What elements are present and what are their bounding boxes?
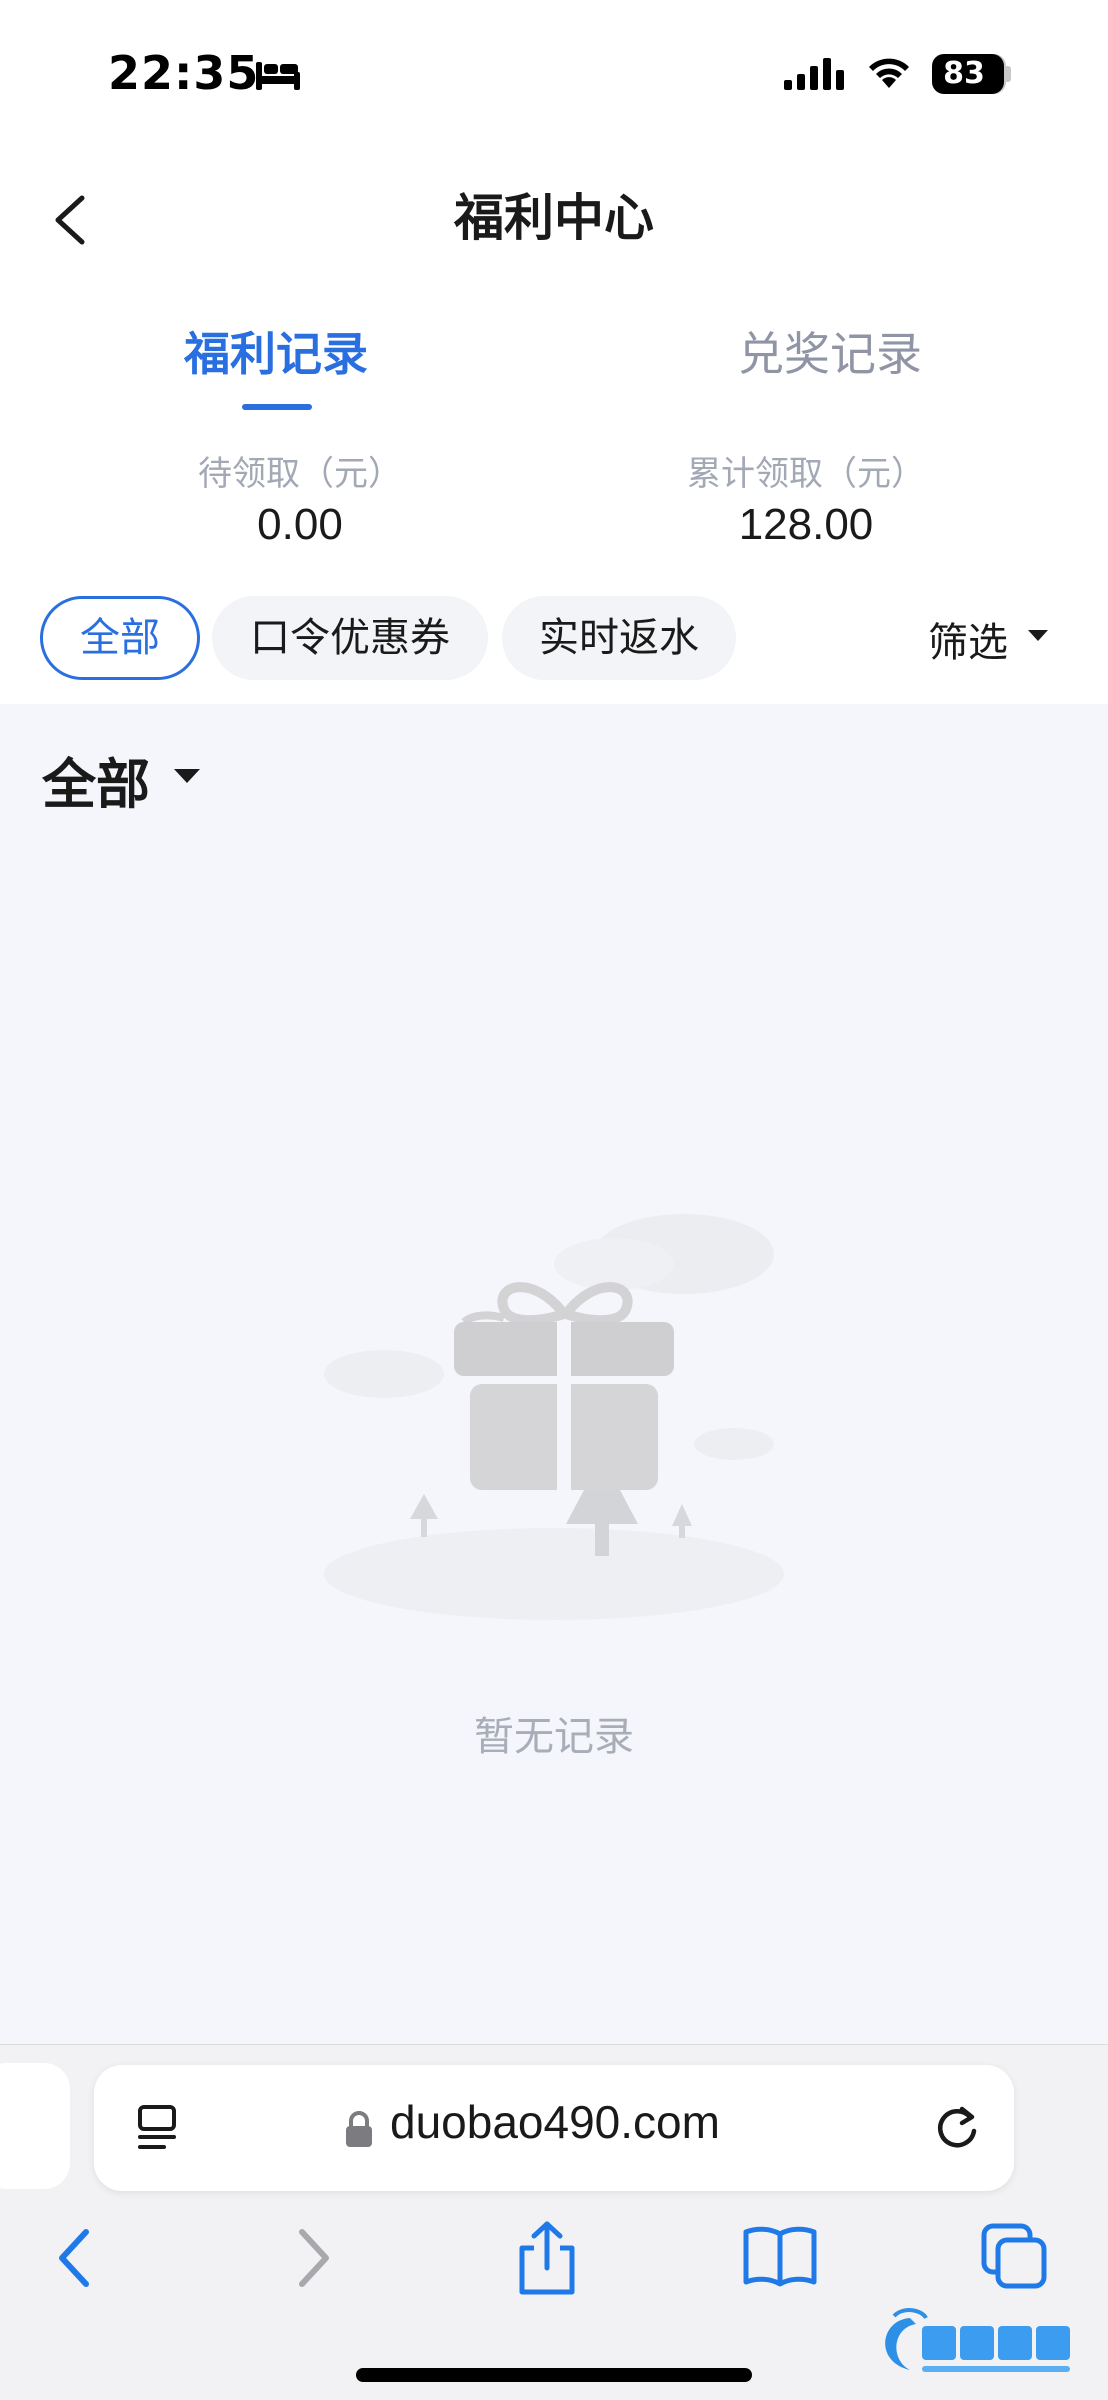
sleep-focus-icon: [256, 62, 300, 90]
share-icon[interactable]: [512, 2220, 582, 2296]
browser-back-icon[interactable]: [52, 2226, 96, 2290]
page-menu-icon[interactable]: [134, 2103, 184, 2153]
battery-percent: 83: [943, 56, 985, 91]
lock-icon: [346, 2111, 372, 2147]
records-content-area: 全部 暂无记录: [0, 704, 1108, 2044]
previous-tab-card[interactable]: [0, 2063, 70, 2189]
status-time: 22:35: [108, 46, 260, 100]
browser-address-area: duobao490.com: [0, 2044, 1108, 2200]
wifi-icon: [869, 58, 909, 88]
filter-button[interactable]: 筛选: [928, 610, 1008, 668]
total-claimed-value: 128.00: [738, 500, 874, 549]
browser-toolbar: [0, 2200, 1108, 2400]
caret-down-icon[interactable]: [1026, 628, 1050, 644]
home-indicator: [356, 2368, 752, 2382]
filter-chip-code-coupon[interactable]: 口令优惠券: [212, 596, 488, 680]
total-claimed-label: 累计领取（元）: [687, 454, 925, 494]
tab-prize-records[interactable]: 兑奖记录: [680, 318, 980, 384]
section-title[interactable]: 全部: [42, 740, 150, 819]
pending-amount-value: 0.00: [257, 500, 343, 549]
filter-chip-realtime-rebate[interactable]: 实时返水: [502, 596, 736, 680]
browser-forward-icon[interactable]: [292, 2226, 336, 2290]
url-text[interactable]: duobao490.com: [390, 2095, 720, 2149]
empty-state-text: 暂无记录: [474, 1714, 634, 1760]
tabs-overview-icon[interactable]: [978, 2220, 1050, 2292]
reload-icon[interactable]: [932, 2103, 982, 2153]
tab-welfare-records[interactable]: 福利记录: [126, 318, 426, 384]
caret-down-icon[interactable]: [172, 766, 202, 786]
empty-gift-illustration: [324, 1214, 784, 1620]
active-tab-indicator: [242, 404, 312, 410]
battery-icon: 83: [932, 54, 1004, 94]
bookmarks-icon[interactable]: [742, 2224, 818, 2288]
filter-chip-all[interactable]: 全部: [40, 596, 200, 680]
pending-amount-label: 待领取（元）: [198, 454, 402, 494]
status-bar: 22:35 83: [0, 0, 1108, 150]
cellular-signal-icon: [784, 58, 844, 90]
page-title: 福利中心: [454, 189, 654, 247]
address-bar[interactable]: duobao490.com: [94, 2065, 1014, 2191]
forum-watermark-logo: [885, 2308, 1070, 2372]
battery-tip: [1006, 66, 1011, 82]
